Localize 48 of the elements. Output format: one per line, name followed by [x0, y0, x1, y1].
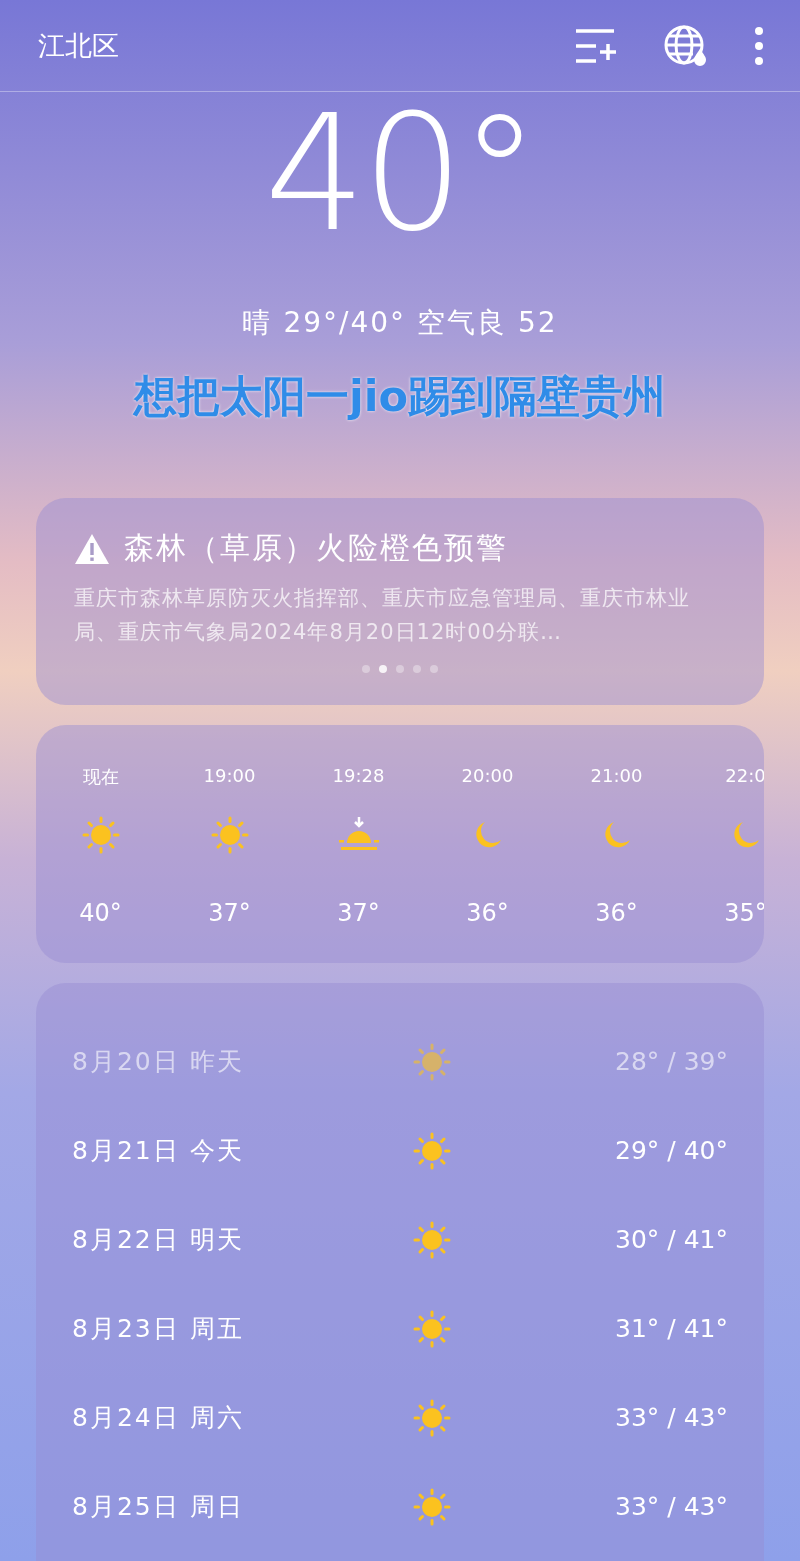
temperature-range: 30° / 41°	[615, 1225, 728, 1254]
page-dot[interactable]	[362, 665, 370, 673]
day-label: 8月23日 周五	[72, 1313, 245, 1345]
sun-icon	[412, 1486, 452, 1527]
day-label: 8月21日 今天	[72, 1135, 245, 1167]
alert-text: 重庆市森林草原防灭火指挥部、重庆市应急管理局、重庆市林业局、重庆市气象局2024年8月20日12时00分联…	[74, 585, 691, 646]
sun-icon	[412, 1219, 452, 1260]
temperature-range: 31° / 41°	[615, 1314, 728, 1343]
alert-title: 森林（草原）火险橙色预警	[124, 529, 508, 567]
temperature-range: 33° / 43°	[615, 1403, 728, 1432]
more-icon[interactable]	[754, 25, 764, 66]
sun-icon	[209, 815, 250, 855]
sun-icon	[412, 1397, 452, 1438]
hour-temperature: 40°	[79, 899, 122, 927]
globe-icon[interactable]	[664, 24, 708, 67]
sun-icon	[412, 1041, 452, 1082]
city-name[interactable]: 江北区	[38, 27, 528, 64]
hour-time: 20:00	[461, 765, 514, 788]
sun-icon	[412, 1308, 452, 1349]
hour-time: 19:00	[203, 765, 256, 788]
page-dot[interactable]	[430, 665, 438, 673]
page-dot[interactable]	[379, 665, 387, 673]
sun-icon	[412, 1130, 452, 1171]
day-label: 8月25日 周日	[72, 1491, 245, 1523]
temperature-range: 29° / 40°	[615, 1136, 728, 1165]
weather-summary: 晴 29°/40° 空气良 52	[242, 305, 558, 341]
warning-icon	[74, 532, 110, 565]
hour-time: 19:28	[332, 765, 385, 788]
hour-temperature: 35°	[724, 899, 764, 927]
hour-temperature: 37°	[208, 899, 251, 927]
sun-icon	[80, 815, 121, 855]
temperature-range: 33° / 43°	[615, 1492, 728, 1521]
hour-time: 21:00	[590, 765, 643, 788]
caption-text: 想把太阳一jio踢到隔壁贵州	[134, 370, 666, 423]
day-label: 8月22日 明天	[72, 1224, 245, 1256]
page-dot[interactable]	[396, 665, 404, 673]
page-dot[interactable]	[413, 665, 421, 673]
hour-temperature: 36°	[466, 899, 509, 927]
current-temperature: 40°	[264, 94, 536, 254]
alert-card[interactable]: 森林（草原）火险橙色预警 重庆市森林草原防灭火指挥部、重庆市应急管理局、重庆市林业局、重庆市气象局2024年8月20日12时00分联…	[36, 498, 764, 705]
temperature-range: 28° / 39°	[615, 1047, 728, 1076]
hour-temperature: 37°	[337, 899, 380, 927]
day-label: 8月20日 昨天	[72, 1046, 245, 1078]
add-list-icon[interactable]	[574, 27, 618, 64]
hour-temperature: 36°	[595, 899, 638, 927]
day-label: 8月24日 周六	[72, 1402, 245, 1434]
hour-time: 22:0	[725, 765, 764, 788]
hour-time: 现在	[82, 765, 119, 789]
